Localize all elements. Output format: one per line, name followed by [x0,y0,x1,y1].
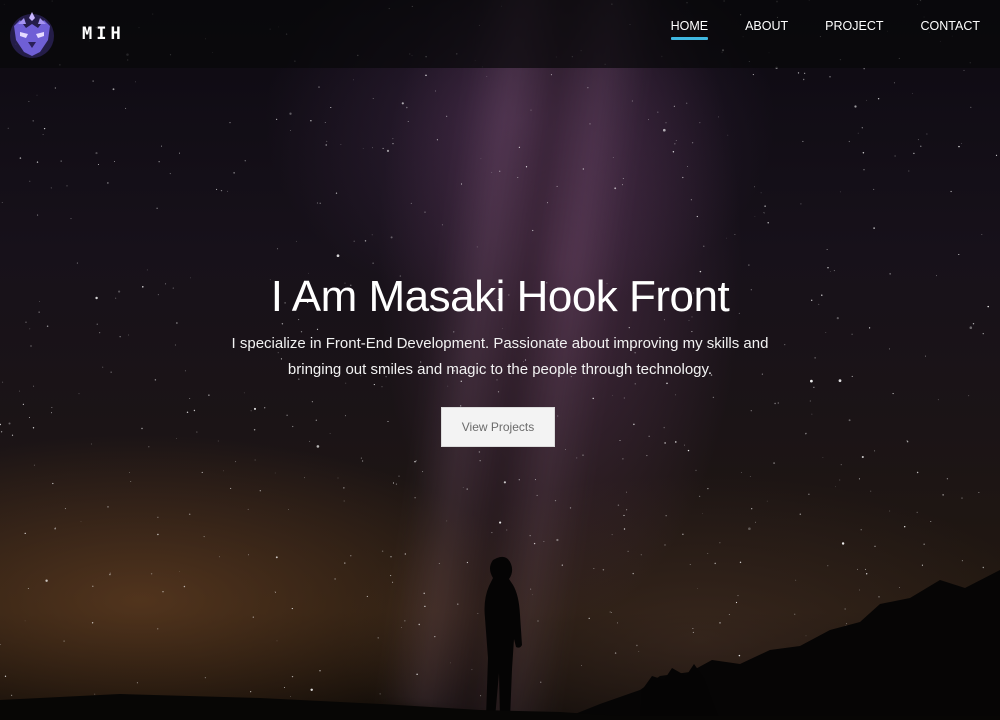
nav-about[interactable]: ABOUT [745,0,788,60]
top-navbar: MIH HOME ABOUT PROJECT CONTACT [0,0,1000,68]
hero-content: I Am Masaki Hook Front I specialize in F… [0,0,1000,720]
brand-name[interactable]: MIH [82,24,125,44]
hero-subtitle: I specialize in Front-End Development. P… [231,335,769,378]
nav-home[interactable]: HOME [670,0,708,60]
brand[interactable]: MIH [0,8,125,60]
hero-title: I Am Masaki Hook Front [270,272,730,321]
main-nav: HOME ABOUT PROJECT CONTACT [634,0,1000,68]
view-projects-button[interactable]: View Projects [441,407,555,447]
nav-project[interactable]: PROJECT [825,0,883,60]
nav-contact[interactable]: CONTACT [921,0,981,60]
wolf-mask-icon[interactable] [6,8,58,60]
